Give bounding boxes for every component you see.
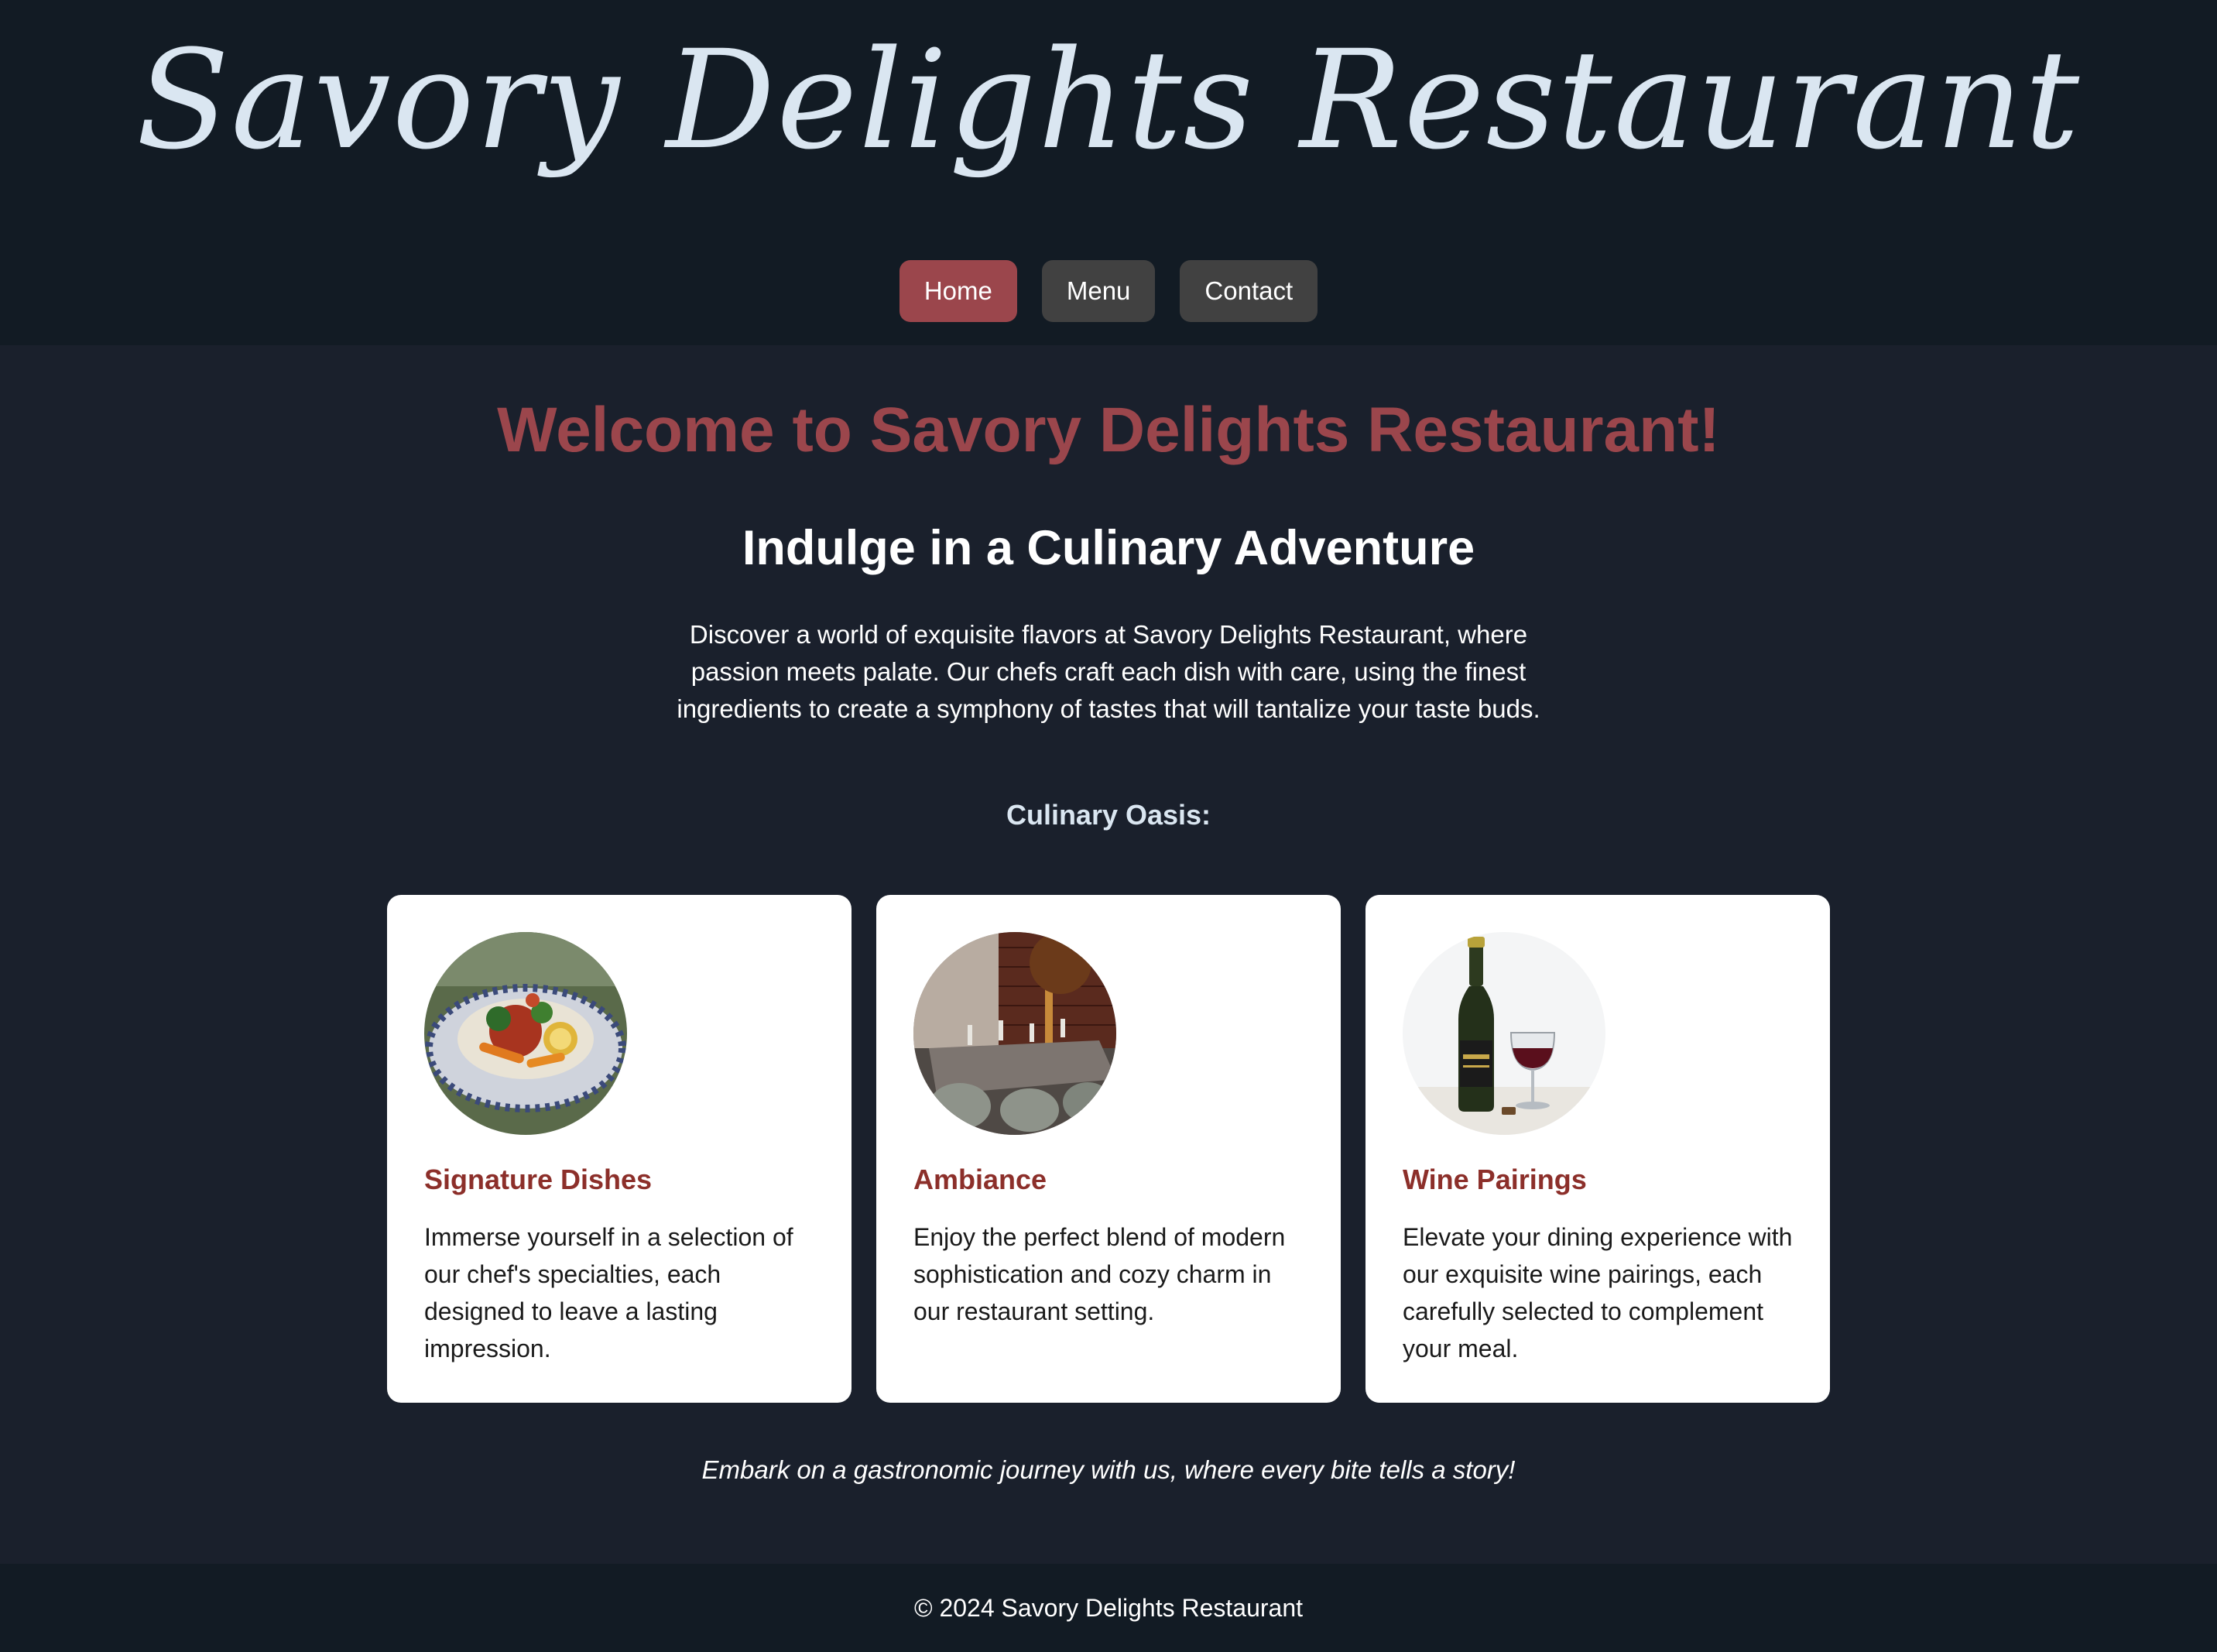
plated-dish-illustration (424, 932, 627, 1135)
dining-room-illustration (913, 932, 1116, 1135)
card-signature-dishes: Signature Dishes Immerse yourself in a s… (387, 895, 852, 1403)
dining-room-image (913, 932, 1116, 1135)
card-ambiance: Ambiance Enjoy the perfect blend of mode… (876, 895, 1341, 1403)
section-label: Culinary Oasis: (1006, 799, 1211, 831)
card-title: Wine Pairings (1403, 1164, 1587, 1195)
subheading: Indulge in a Culinary Adventure (742, 521, 1475, 575)
card-title: Ambiance (913, 1164, 1047, 1195)
card-title: Signature Dishes (424, 1164, 653, 1195)
main-nav: Home Menu Contact (0, 260, 2217, 322)
site-footer: © 2024 Savory Delights Restaurant (0, 1564, 2217, 1652)
card-text: Enjoy the perfect blend of modern sophis… (913, 1223, 1286, 1325)
nav-home-button[interactable]: Home (899, 260, 1017, 322)
intro-paragraph: Discover a world of exquisite flavors at… (677, 620, 1540, 723)
site-header: Savory Delights Restaurant Home Menu Con… (0, 0, 2217, 345)
wine-bottle-and-glass-illustration (1403, 932, 1605, 1135)
tagline: Embark on a gastronomic journey with us,… (701, 1455, 1516, 1484)
card-wine-pairings: Wine Pairings Elevate your dining experi… (1365, 895, 1830, 1403)
copyright-text: © 2024 Savory Delights Restaurant (913, 1594, 1304, 1622)
feature-cards: Signature Dishes Immerse yourself in a s… (387, 895, 1830, 1403)
plated-dish-image (424, 932, 627, 1135)
site-title: Savory Delights Restaurant (135, 21, 2082, 180)
nav-menu-button[interactable]: Menu (1041, 260, 1156, 322)
wine-image (1403, 932, 1605, 1135)
card-text: Immerse yourself in a selection of our c… (424, 1223, 793, 1362)
card-text: Elevate your dining experience with our … (1403, 1223, 1793, 1362)
nav-contact-button[interactable]: Contact (1180, 260, 1318, 322)
main-content: Welcome to Savory Delights Restaurant! I… (0, 345, 2217, 1564)
welcome-heading: Welcome to Savory Delights Restaurant! (497, 395, 1720, 465)
